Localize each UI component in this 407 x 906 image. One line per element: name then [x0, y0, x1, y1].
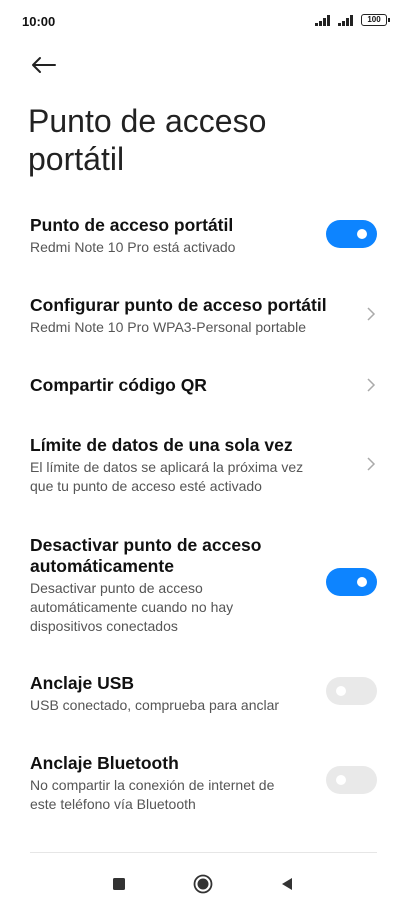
signal-icon	[338, 14, 355, 26]
usb-tethering-row[interactable]: Anclaje USB USB conectado, comprueba par…	[0, 668, 407, 728]
auto-off-row[interactable]: Desactivar punto de acceso automáticamen…	[0, 530, 407, 640]
share-qr-row[interactable]: Compartir código QR	[0, 370, 407, 410]
configure-title: Configurar punto de acceso portátil	[30, 295, 327, 315]
auto-off-title-line1: Desactivar punto de acceso	[30, 535, 262, 555]
usb-subtitle: USB conectado, comprueba para anclar	[30, 697, 280, 713]
hotspot-row[interactable]: Punto de acceso portátil Redmi Note 10 P…	[0, 210, 407, 270]
auto-off-subtitle-line2: automáticamente cuando no hay	[30, 599, 234, 615]
chevron-right-icon	[367, 457, 376, 471]
data-limit-row[interactable]: Límite de datos de una sola vez El límit…	[0, 430, 407, 500]
status-bar: 10:00 100	[0, 0, 407, 44]
back-button[interactable]	[26, 50, 60, 80]
bluetooth-subtitle-line2: este teléfono vía Bluetooth	[30, 796, 196, 812]
toggle-knob	[357, 577, 367, 587]
hotspot-title: Punto de acceso portátil	[30, 215, 234, 235]
hotspot-subtitle: Redmi Note 10 Pro está activado	[30, 239, 236, 255]
configure-subtitle: Redmi Note 10 Pro WPA3-Personal portable	[30, 319, 306, 335]
hotspot-toggle[interactable]	[326, 220, 377, 248]
battery-icon: 100	[361, 14, 390, 26]
square-icon	[113, 878, 125, 890]
bluetooth-title: Anclaje Bluetooth	[30, 753, 179, 773]
toggle-knob	[336, 686, 346, 696]
bluetooth-subtitle-line1: No compartir la conexión de internet de	[30, 777, 275, 793]
home-button[interactable]	[191, 872, 215, 896]
nav-back-button[interactable]	[275, 872, 299, 896]
recents-button[interactable]	[107, 872, 131, 896]
navigation-bar	[0, 862, 407, 906]
status-icons: 100	[315, 14, 390, 26]
usb-title: Anclaje USB	[30, 673, 135, 693]
data-limit-subtitle-line1: El límite de datos se aplicará la próxim…	[30, 459, 304, 475]
bluetooth-toggle[interactable]	[326, 766, 377, 794]
circle-home-icon	[193, 874, 213, 894]
triangle-back-icon	[282, 878, 292, 890]
arrow-left-icon	[32, 57, 56, 73]
toggle-knob	[336, 775, 346, 785]
usb-toggle[interactable]	[326, 677, 377, 705]
status-time: 10:00	[22, 14, 56, 29]
data-limit-subtitle-line2: que tu punto de acceso esté activado	[30, 478, 262, 494]
divider	[30, 852, 377, 853]
auto-off-title-line2: automáticamente	[30, 556, 174, 576]
configure-hotspot-row[interactable]: Configurar punto de acceso portátil Redm…	[0, 290, 407, 350]
chevron-right-icon	[367, 307, 376, 321]
toggle-knob	[357, 229, 367, 239]
auto-off-toggle[interactable]	[326, 568, 377, 596]
bluetooth-tethering-row[interactable]: Anclaje Bluetooth No compartir la conexi…	[0, 748, 407, 818]
data-limit-title: Límite de datos de una sola vez	[30, 435, 293, 455]
page-title: Punto de acceso portátil	[28, 103, 267, 177]
chevron-right-icon	[367, 378, 376, 392]
auto-off-subtitle-line1: Desactivar punto de acceso	[30, 580, 203, 596]
auto-off-subtitle-line3: dispositivos conectados	[30, 618, 178, 634]
signal-icon	[315, 14, 332, 26]
share-qr-title: Compartir código QR	[30, 375, 207, 395]
